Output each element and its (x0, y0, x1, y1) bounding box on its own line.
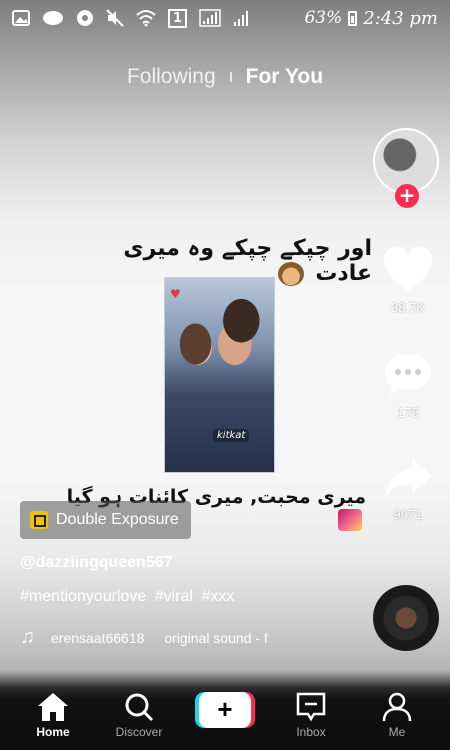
heart-sticker-icon: ♥ (170, 287, 181, 301)
tab-following[interactable]: Following (127, 65, 216, 89)
nav-home-label: Home (36, 725, 70, 739)
create-video-button[interactable]: + (195, 692, 255, 728)
comment-icon (385, 354, 431, 396)
mute-icon (106, 9, 124, 27)
status-bar: 1 63% 2:43 pm (0, 0, 450, 36)
wifi-icon (136, 10, 156, 27)
settings-badge-icon (77, 10, 93, 26)
effect-label: Double Exposure (56, 511, 179, 528)
hashtag[interactable]: #viral (155, 588, 193, 605)
like-button[interactable]: 38.7K (378, 246, 438, 315)
hashtag[interactable]: #mentionyourlove (20, 588, 146, 605)
see-no-evil-monkey-emoji (277, 262, 304, 286)
battery-charging-icon (348, 10, 358, 26)
post-caption: #mentionyourlove #viral #xxx (20, 588, 238, 606)
comment-button[interactable]: 175 (378, 351, 438, 420)
share-arrow-icon (385, 458, 432, 498)
battery-percent: 63% (304, 8, 343, 28)
hashtag[interactable]: #xxx (201, 588, 234, 605)
creator-avatar-wrap: + (373, 128, 441, 208)
feed-tabs: Following For You (0, 62, 450, 92)
nav-inbox-label: Inbox (296, 725, 326, 739)
plus-icon: + (199, 692, 251, 728)
creator-username[interactable]: @dazzlingqueen567 (20, 554, 173, 572)
sound-disc[interactable] (373, 585, 439, 651)
nav-me[interactable]: Me (362, 691, 432, 739)
share-count: 9071 (393, 507, 423, 522)
comment-count: 175 (397, 405, 419, 420)
heart-icon (384, 247, 432, 292)
nav-create[interactable]: + (190, 692, 260, 738)
bottom-nav: Home Discover + Inbox Me (0, 680, 450, 750)
nav-home[interactable]: Home (18, 691, 88, 739)
inbox-icon (296, 692, 326, 722)
sound-marquee: erensaat66618 original sound - f (51, 630, 284, 646)
couple-emoji (338, 508, 362, 531)
nav-discover[interactable]: Discover (104, 691, 174, 739)
like-count: 38.7K (391, 300, 425, 315)
clock: 2:43 pm (363, 7, 438, 29)
home-icon (38, 693, 68, 721)
share-button[interactable]: 9071 (378, 455, 438, 522)
chat-icon (43, 11, 63, 25)
search-icon (125, 693, 154, 722)
tab-divider (229, 72, 232, 82)
sound-row[interactable]: ♫ erensaat66618 original sound - f (20, 626, 360, 649)
sound-user: erensaat66618 (51, 629, 145, 646)
sound-title: original sound - f (164, 629, 268, 646)
nav-inbox[interactable]: Inbox (276, 691, 346, 739)
follow-plus-icon[interactable]: + (395, 184, 419, 208)
nav-discover-label: Discover (115, 725, 163, 739)
tab-for-you[interactable]: For You (246, 65, 323, 89)
photo-sticker-text: kitkat (213, 429, 250, 442)
sim-indicator: 1 (168, 8, 188, 28)
effect-chip[interactable]: Double Exposure (20, 501, 191, 539)
nav-me-label: Me (388, 725, 406, 739)
signal-icon (199, 9, 221, 27)
signal-icon (234, 11, 249, 26)
profile-icon (382, 692, 412, 722)
gallery-icon (12, 10, 30, 26)
video-photo-couple (164, 277, 275, 473)
music-note-icon: ♫ (20, 626, 35, 648)
effect-icon (30, 511, 48, 529)
